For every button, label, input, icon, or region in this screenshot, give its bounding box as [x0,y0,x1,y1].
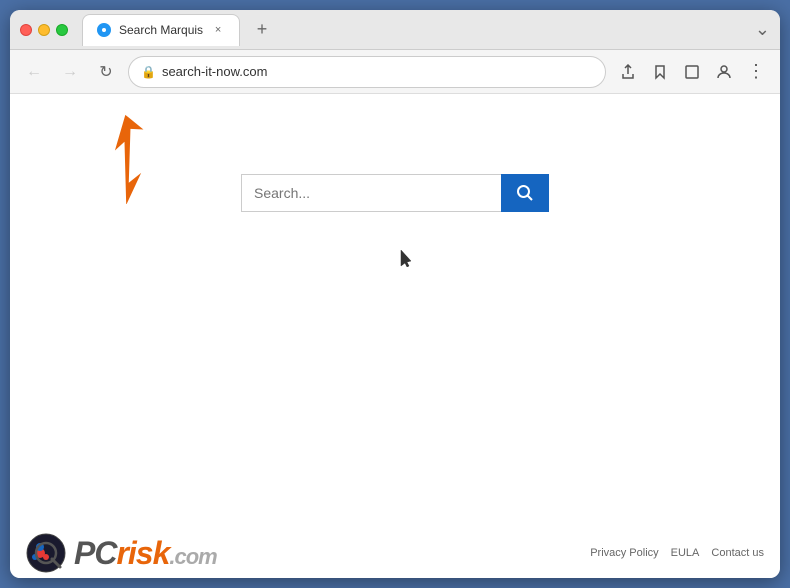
logo-com: .com [169,544,216,569]
contact-us-link[interactable]: Contact us [711,547,764,559]
search-button[interactable] [501,174,549,212]
footer-links: Privacy Policy EULA Contact us [590,547,764,559]
eula-link[interactable]: EULA [671,547,700,559]
window-menu-button[interactable]: ⌄ [755,19,770,40]
page-content: PCrisk.com Privacy Policy EULA Contact u… [10,94,780,578]
tab-title: Search Marquis [119,23,203,37]
privacy-policy-link[interactable]: Privacy Policy [590,547,658,559]
logo-risk: risk [116,535,169,571]
nav-actions: ⋮ [614,58,770,86]
maximize-button[interactable] [56,24,68,36]
tab-favicon [97,23,111,37]
traffic-lights [20,24,68,36]
navigation-bar: ← → ↻ 🔒 search-it-now.com [10,50,780,94]
logo-text: PCrisk.com [74,535,217,572]
new-tab-button[interactable]: + [248,16,276,44]
lock-icon: 🔒 [141,65,156,79]
search-area [10,94,780,212]
profile-button[interactable] [710,58,738,86]
browser-tab[interactable]: Search Marquis × [82,14,240,46]
tab-switcher-button[interactable] [678,58,706,86]
minimize-button[interactable] [38,24,50,36]
tab-close-button[interactable]: × [211,23,225,37]
pcrisk-logo-icon [26,533,66,573]
share-button[interactable] [614,58,642,86]
close-button[interactable] [20,24,32,36]
page-footer: PCrisk.com Privacy Policy EULA Contact u… [10,528,780,578]
refresh-button[interactable]: ↻ [92,58,120,86]
cursor [400,249,414,272]
forward-button[interactable]: → [56,58,84,86]
address-bar[interactable]: 🔒 search-it-now.com [128,56,606,88]
bookmark-button[interactable] [646,58,674,86]
title-bar: Search Marquis × + ⌄ [10,10,780,50]
search-input[interactable] [241,174,501,212]
menu-button[interactable]: ⋮ [742,58,770,86]
logo-pc: PC [74,535,116,571]
browser-window: Search Marquis × + ⌄ ← → ↻ 🔒 search-it-n… [10,10,780,578]
footer-logo: PCrisk.com [26,533,217,573]
back-button[interactable]: ← [20,58,48,86]
address-text: search-it-now.com [162,64,593,79]
